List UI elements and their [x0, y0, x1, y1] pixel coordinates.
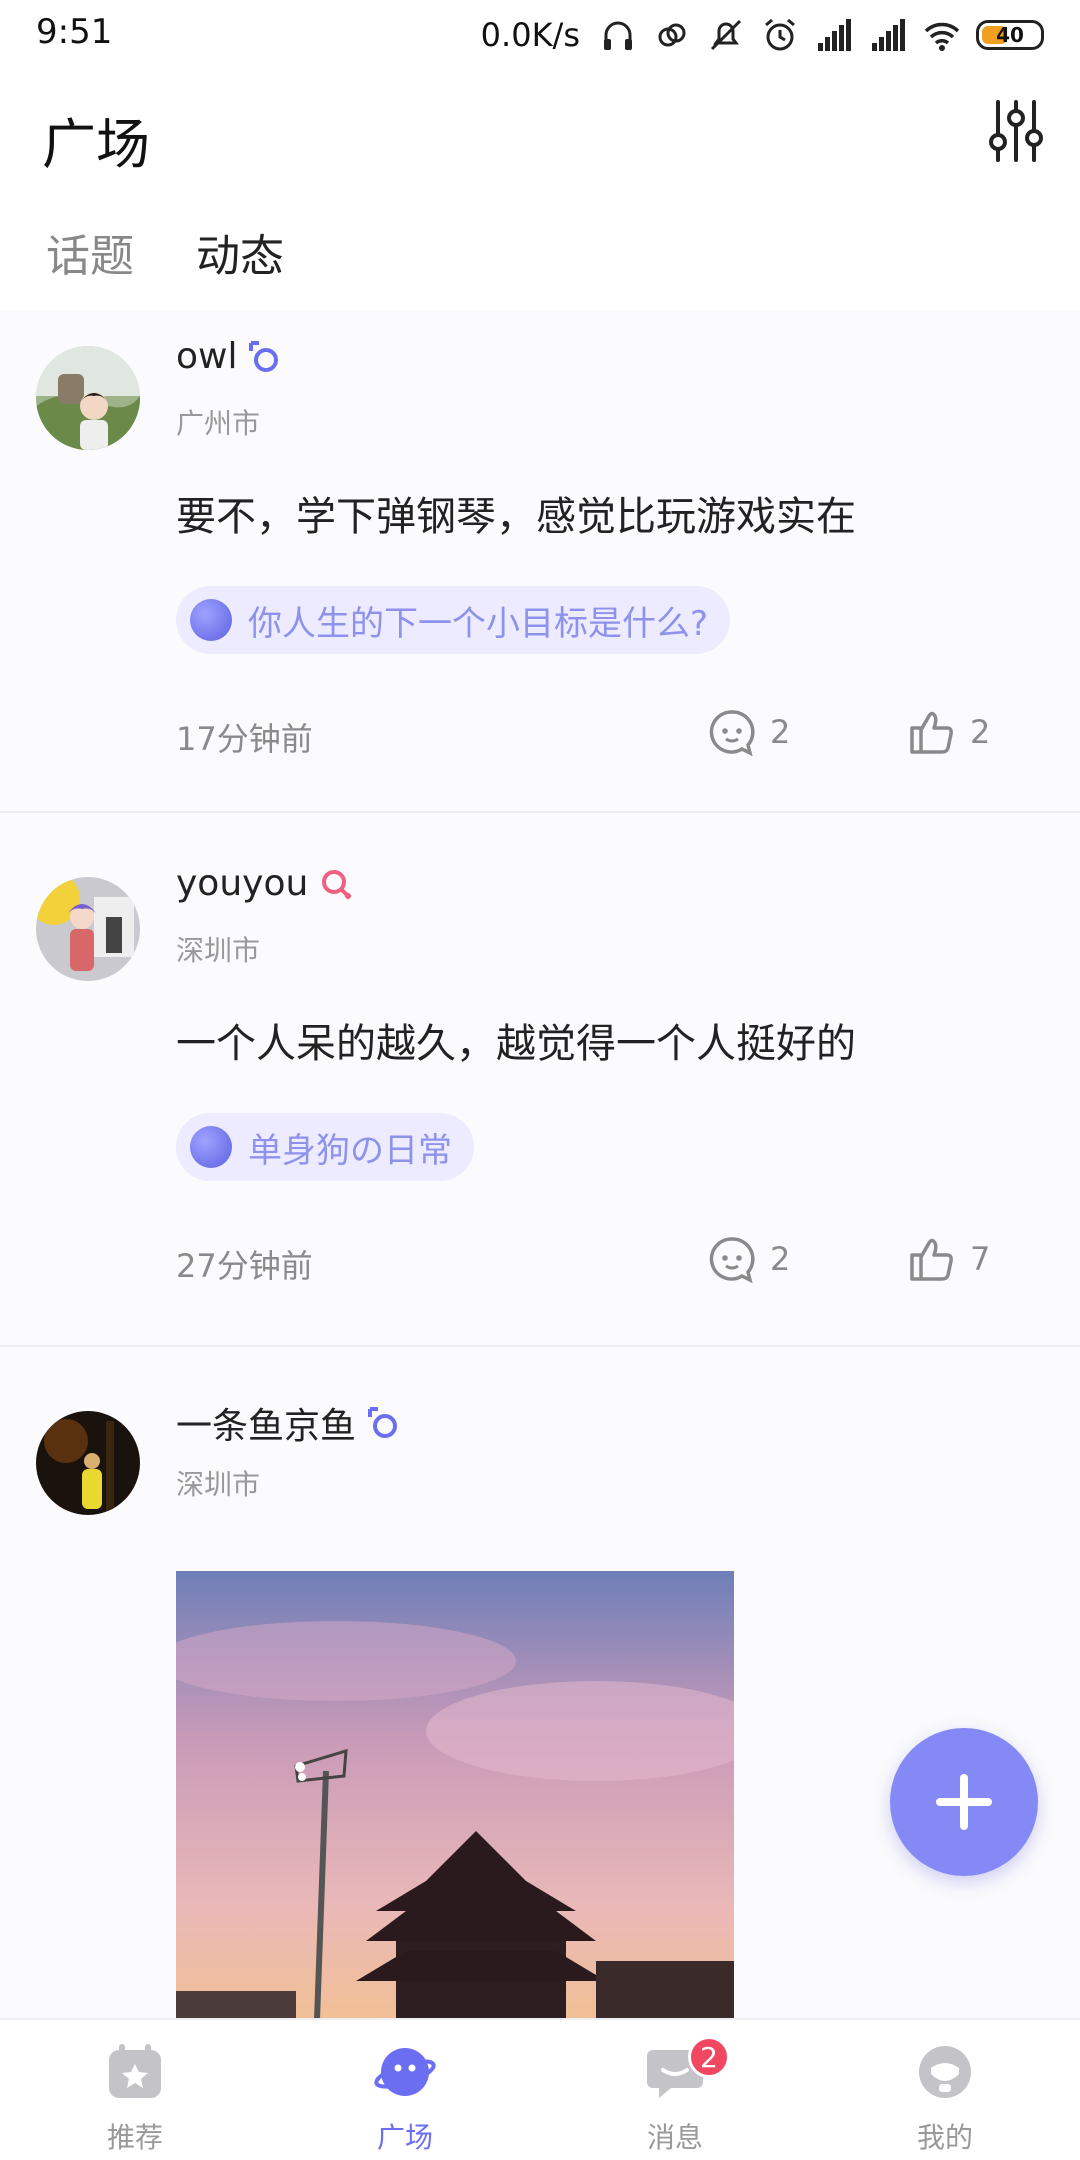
post-time: 27分钟前	[176, 1247, 313, 1285]
nav-item-profile[interactable]: 我的	[810, 2020, 1080, 2160]
post-card[interactable]: owl 广州市 要不，学下弹钢琴，感觉比玩游戏实在 你人生的下一个小目标是什么?…	[0, 310, 1080, 813]
planet-icon	[190, 1126, 232, 1168]
nav-item-recommend[interactable]: 推荐	[0, 2020, 270, 2160]
like-count: 7	[970, 1240, 991, 1278]
planet-icon	[190, 599, 232, 641]
wifi-icon	[924, 22, 960, 51]
avatar[interactable]	[36, 1411, 140, 1515]
topic-chip[interactable]: 你人生的下一个小目标是什么?	[176, 586, 731, 654]
tab-feed[interactable]: 动态	[196, 220, 284, 284]
like-count: 2	[970, 713, 991, 751]
profile-icon	[919, 2046, 971, 2098]
like-button[interactable]: 7	[906, 1233, 990, 1285]
unread-badge: 2	[688, 2036, 730, 2078]
comment-icon	[709, 710, 755, 757]
username-row: 一条鱼京鱼	[176, 1397, 402, 1449]
username[interactable]: owl	[176, 336, 237, 377]
avatar[interactable]	[36, 877, 140, 981]
comment-icon	[709, 1237, 755, 1284]
nav-item-square[interactable]: 广场	[270, 2020, 540, 2160]
battery-icon: 40	[976, 20, 1044, 50]
username-row: youyou	[176, 863, 354, 904]
city: 深圳市	[176, 934, 261, 967]
mute-icon	[710, 19, 742, 51]
link-icon	[658, 23, 686, 47]
topic-chip[interactable]: 单身狗の日常	[176, 1113, 474, 1181]
tab-topics[interactable]: 话题	[46, 220, 134, 284]
status-time: 9:51	[36, 12, 113, 52]
thumbs-up-icon	[910, 711, 953, 754]
nav-label: 我的	[916, 2121, 973, 2154]
plus-icon	[936, 1774, 992, 1830]
comment-button[interactable]: 2	[706, 1233, 790, 1285]
post-image[interactable]	[176, 1571, 734, 2047]
signal-icon	[818, 19, 851, 51]
city: 深圳市	[176, 1468, 261, 1501]
nav-item-messages[interactable]: 2 消息	[540, 2020, 810, 2160]
post-content: 要不，学下弹钢琴，感觉比玩游戏实在	[176, 494, 856, 540]
comment-count: 2	[770, 713, 791, 751]
headphones-icon	[604, 21, 632, 50]
page-title: 广场	[42, 113, 150, 176]
topic-label: 你人生的下一个小目标是什么?	[248, 603, 709, 644]
header: 广场 话题 动态	[0, 70, 1080, 310]
username-row: owl	[176, 336, 283, 377]
comment-count: 2	[770, 1240, 791, 1278]
create-post-button[interactable]	[890, 1728, 1038, 1876]
like-button[interactable]: 2	[906, 706, 990, 758]
city: 广州市	[176, 407, 261, 440]
tab-bar: 话题 动态	[46, 220, 284, 284]
alarm-icon	[765, 18, 795, 51]
post-content: 一个人呆的越久，越觉得一个人挺好的	[176, 1021, 856, 1067]
male-icon	[249, 340, 279, 372]
post-card[interactable]: 一条鱼京鱼 深圳市	[0, 1347, 1080, 2047]
bottom-nav: 推荐 广场 2 消息 我的	[0, 2018, 1080, 2160]
sliders-icon[interactable]	[986, 96, 1046, 166]
topic-label: 单身狗の日常	[248, 1130, 452, 1171]
username[interactable]: youyou	[176, 863, 308, 904]
battery-level: 40	[996, 23, 1024, 47]
net-speed: 0.0K/s	[480, 16, 580, 54]
avatar[interactable]	[36, 346, 140, 450]
nav-label: 广场	[376, 2121, 433, 2154]
post-card[interactable]: youyou 深圳市 一个人呆的越久，越觉得一个人挺好的 单身狗の日常 27分钟…	[0, 813, 1080, 1347]
male-icon	[368, 1407, 398, 1438]
calendar-star-icon	[109, 2044, 161, 2098]
comment-button[interactable]: 2	[706, 706, 790, 758]
thumbs-up-icon	[910, 1238, 953, 1281]
nav-label: 推荐	[106, 2121, 163, 2154]
username[interactable]: 一条鱼京鱼	[176, 1397, 356, 1449]
status-bar: 9:51 0.0K/s 40	[0, 0, 1080, 70]
signal-icon	[872, 19, 905, 51]
female-icon	[322, 869, 352, 899]
post-time: 17分钟前	[176, 720, 313, 758]
planet-icon	[374, 2048, 436, 2096]
status-icons: 0.0K/s 40	[481, 10, 1044, 60]
nav-label: 消息	[646, 2121, 703, 2154]
